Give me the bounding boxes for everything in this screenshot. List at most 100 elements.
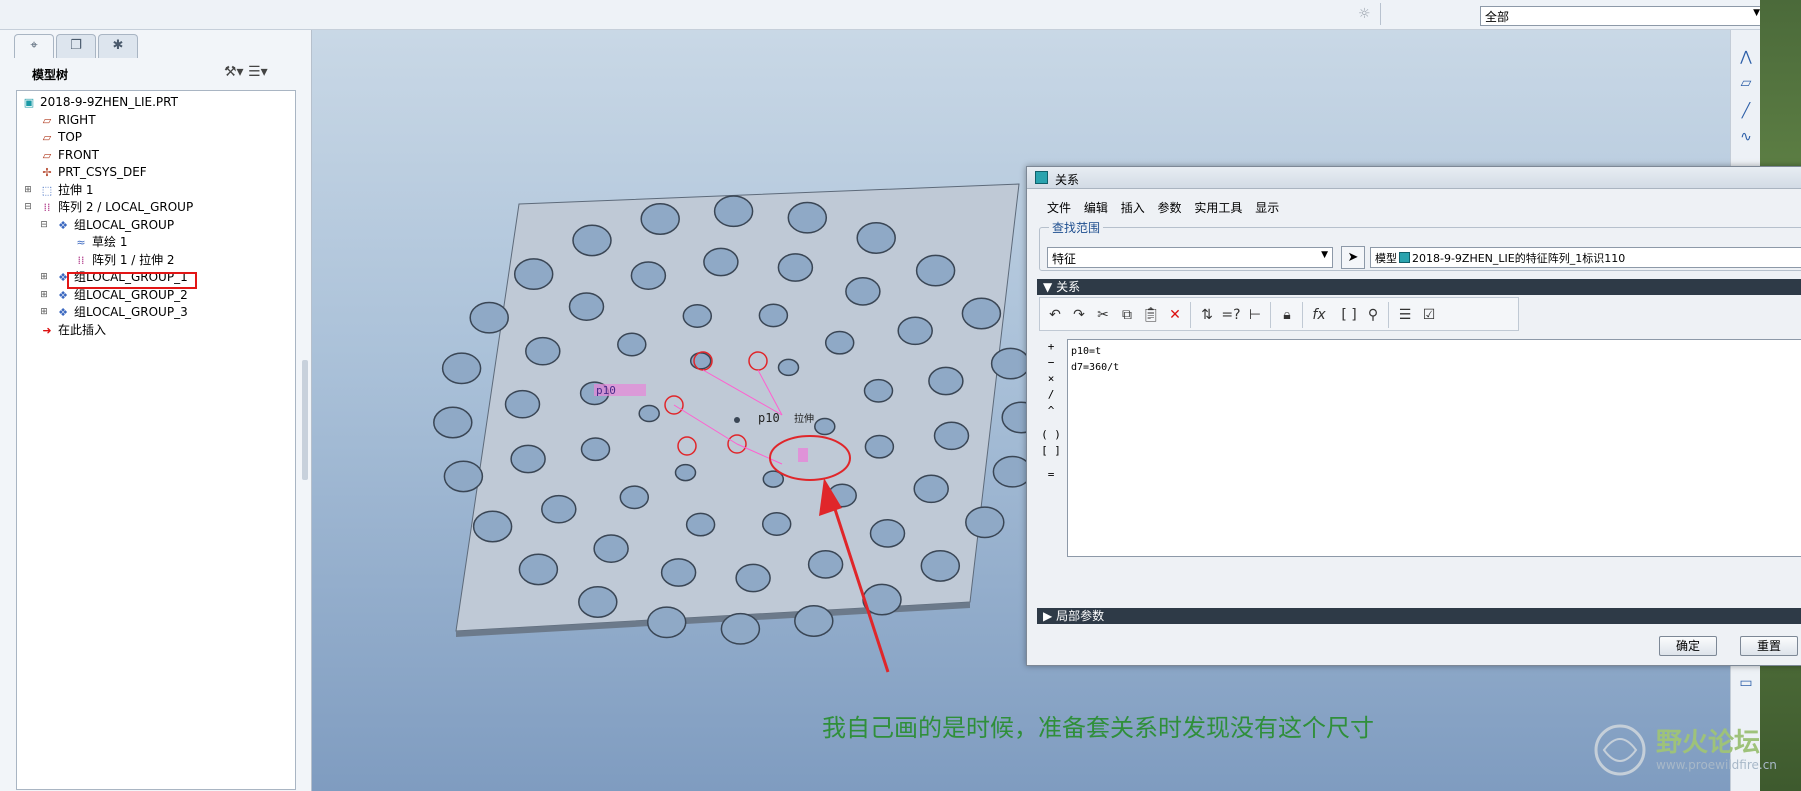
operator-divide-button[interactable]: /: [1041, 387, 1061, 403]
datum-curve-icon[interactable]: ∿: [1737, 128, 1755, 146]
favorites-tab-icon[interactable]: ✱: [98, 34, 138, 58]
model-field[interactable]: 模型 2018-9-9ZHEN_LIE的特征阵列_1标识110: [1370, 247, 1801, 268]
tree-item-label: 在此插入: [58, 322, 107, 337]
menu-parameters[interactable]: 参数: [1158, 199, 1182, 216]
hole: [433, 406, 473, 439]
lightbulb-icon[interactable]: ☼: [1358, 6, 1371, 22]
brackets-icon[interactable]: [ ]: [1338, 304, 1360, 326]
tree-item[interactable]: ⬚ 拉伸 1: [39, 181, 94, 199]
navigator-panel: ⌖ ❐ ✱ 模型树 ⚒▾ ☰▾ ▣ 2018-9-9ZHEN_LIE.PRT ▱ RI…: [0, 30, 312, 791]
dimension-label: p10: [596, 384, 616, 397]
menu-file[interactable]: 文件: [1047, 199, 1071, 216]
hole: [660, 558, 697, 587]
tree-expander-icon[interactable]: ⊞: [23, 185, 33, 195]
select-pointer-button[interactable]: ➤: [1341, 246, 1365, 269]
undo-icon[interactable]: ↶: [1044, 304, 1066, 326]
extrude-icon: ⬚: [41, 183, 53, 197]
tree-item-label: 2018-9-9ZHEN_LIE.PRT: [40, 95, 178, 109]
relations-section-title: 关系: [1056, 280, 1081, 294]
dialog-title-bar[interactable]: 关系: [1027, 167, 1801, 189]
tree-item[interactable]: ▱ RIGHT: [39, 111, 96, 129]
operator-parens-button[interactable]: ( ): [1041, 427, 1061, 443]
function-icon[interactable]: fx: [1308, 304, 1330, 326]
center-point: [734, 417, 740, 423]
annotation-icon[interactable]: ▭: [1737, 674, 1755, 692]
menu-insert[interactable]: 插入: [1121, 199, 1145, 216]
hole: [630, 261, 667, 290]
selection-filter-select[interactable]: 全部 ▼: [1480, 6, 1765, 26]
operator-equals-button[interactable]: =: [1041, 467, 1061, 483]
relation-line: d7=360/t: [1071, 362, 1120, 373]
menu-edit[interactable]: 编辑: [1084, 199, 1108, 216]
relations-editor[interactable]: p10=t d7=360/t: [1067, 339, 1801, 557]
menu-utilities[interactable]: 实用工具: [1194, 199, 1242, 216]
group-icon: ❖: [58, 306, 68, 319]
tree-item[interactable]: ⁞⁞ 阵列 2 / LOCAL_GROUP: [39, 198, 194, 216]
tree-item[interactable]: ⁞⁞ 阵列 1 / 拉伸 2: [73, 251, 175, 269]
redo-icon[interactable]: ↷: [1068, 304, 1090, 326]
tree-expander-icon[interactable]: ⊟: [23, 202, 33, 212]
tree-expander-icon[interactable]: ⊞: [39, 290, 49, 300]
relations-section-header[interactable]: ▼ 关系: [1037, 279, 1801, 295]
switch-dimensions-icon[interactable]: ⇅: [1196, 304, 1218, 326]
operator-minus-button[interactable]: −: [1041, 355, 1061, 371]
tree-item[interactable]: ❖ 组LOCAL_GROUP: [55, 216, 174, 234]
tree-item[interactable]: ❖ 组LOCAL_GROUP_3: [55, 303, 188, 321]
lock-icon[interactable]: 🔒︎: [1276, 304, 1298, 326]
cut-icon[interactable]: ✂: [1092, 304, 1114, 326]
hole: [856, 222, 896, 254]
hole: [510, 444, 546, 474]
operator-multiply-button[interactable]: ×: [1041, 371, 1061, 387]
hole: [864, 434, 895, 459]
sort-relations-icon[interactable]: ☰: [1394, 304, 1416, 326]
tree-item[interactable]: ▣ 2018-9-9ZHEN_LIE.PRT: [21, 93, 178, 111]
tree-item[interactable]: ▱ TOP: [39, 128, 82, 146]
collapse-triangle-icon: ▼: [1043, 280, 1053, 294]
chevron-down-icon: ▼: [1321, 250, 1328, 260]
navigator-splitter[interactable]: [302, 360, 308, 480]
tree-item[interactable]: ➜ 在此插入: [39, 321, 106, 339]
show-dimension-icon[interactable]: ⊢: [1244, 304, 1266, 326]
relation-line: p10=t: [1071, 346, 1102, 357]
reset-button[interactable]: 重置: [1740, 636, 1798, 656]
operator-power-button[interactable]: ^: [1041, 403, 1061, 419]
ok-button[interactable]: 确定: [1659, 636, 1717, 656]
menu-display[interactable]: 显示: [1255, 199, 1279, 216]
datum-plane-icon[interactable]: ▱: [1737, 74, 1755, 92]
evaluate-icon[interactable]: =?: [1220, 304, 1242, 326]
tree-settings-icon[interactable]: ⚒▾ ☰▾: [224, 64, 268, 80]
hole: [863, 378, 894, 403]
datum-axis-icon[interactable]: ╱: [1737, 102, 1755, 120]
delete-icon[interactable]: ✕: [1164, 304, 1186, 326]
operator-brackets-button[interactable]: [ ]: [1041, 443, 1061, 459]
datum-display-icon[interactable]: ⋀: [1737, 48, 1755, 66]
hole: [777, 253, 814, 282]
expand-triangle-icon: ▶: [1043, 609, 1053, 623]
tree-expander-icon[interactable]: ⊞: [39, 307, 49, 317]
model-tree-tab-icon[interactable]: ⌖: [14, 34, 54, 58]
hole: [513, 258, 554, 291]
operator-plus-button[interactable]: +: [1041, 339, 1061, 355]
hole: [761, 512, 792, 536]
hole: [443, 460, 484, 493]
top-toolbar: ☼ 全部 ▼: [0, 0, 1801, 30]
parameter-lookup-icon[interactable]: ⚲: [1362, 304, 1384, 326]
relations-dialog: 关系 文件 编辑 插入 参数 实用工具 显示 查找范围 特征 ▼ ➤ 模型 201…: [1026, 166, 1801, 666]
scope-type-select[interactable]: 特征 ▼: [1047, 247, 1333, 268]
paste-icon[interactable]: 📋︎: [1140, 304, 1162, 326]
tree-item[interactable]: ✢ PRT_CSYS_DEF: [39, 163, 146, 181]
hole: [990, 347, 1031, 380]
hole: [619, 485, 650, 510]
copy-icon[interactable]: ⧉: [1116, 304, 1138, 326]
local-params-section-header[interactable]: ▶ 局部参数: [1037, 608, 1801, 624]
tree-item[interactable]: ≈ 草绘 1: [73, 233, 127, 251]
tree-expander-icon[interactable]: ⊞: [39, 272, 49, 282]
hole: [758, 303, 789, 328]
hole: [961, 297, 1002, 330]
folder-browser-tab-icon[interactable]: ❐: [56, 34, 96, 58]
tree-expander-icon[interactable]: ⊟: [39, 220, 49, 230]
verify-icon[interactable]: ☑: [1418, 304, 1440, 326]
tree-item[interactable]: ▱ FRONT: [39, 146, 99, 164]
cursor-arrow-icon: ➤: [1347, 250, 1359, 265]
pattern-icon: ⁞⁞: [43, 201, 51, 214]
